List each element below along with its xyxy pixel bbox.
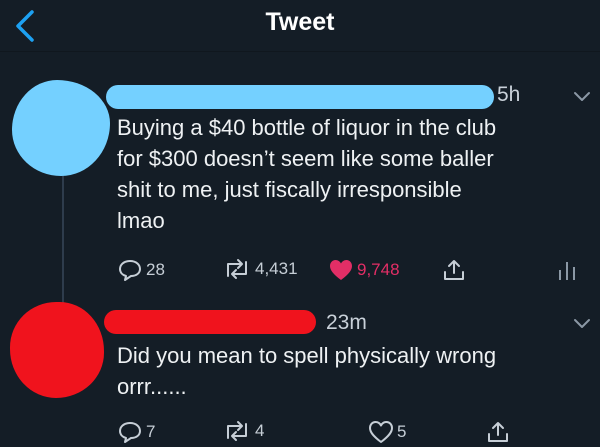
tweet-text-line: for $300 doesn’t seem like some baller (117, 146, 494, 171)
page-title: Tweet (265, 8, 335, 36)
caret-down-icon[interactable] (572, 90, 592, 104)
like-count: 5 (397, 422, 407, 441)
reply-count: 7 (146, 422, 156, 441)
navigation-bar: Tweet (0, 0, 600, 52)
heart-icon (369, 421, 393, 443)
retweet-count: 4 (255, 421, 265, 440)
username-redaction (104, 310, 316, 334)
retweet-icon (227, 421, 247, 441)
like-count: 9,748 (357, 260, 400, 279)
tweet-text: Did you mean to spell physically wrong o… (117, 340, 587, 402)
retweet-count: 4,431 (255, 259, 298, 278)
tweet-text-line: Buying a $40 bottle of liquor in the clu… (117, 115, 497, 140)
avatar-redacted[interactable] (10, 302, 104, 398)
analytics-icon (559, 262, 575, 280)
username-redaction (106, 85, 494, 109)
heart-icon (330, 260, 352, 280)
tweet-text-line: Did you mean to spell physically wrong (117, 343, 497, 368)
share-icon (444, 260, 464, 280)
tweet-timestamp: 23m (326, 311, 367, 334)
share-button[interactable] (486, 420, 510, 444)
reply-button[interactable]: 28 (117, 258, 165, 282)
analytics-button[interactable] (557, 258, 577, 282)
reply-icon (119, 260, 141, 281)
avatar-redacted[interactable] (12, 80, 110, 176)
retweet-button[interactable]: 4,431 (222, 258, 298, 280)
tweet-timestamp: 5h (497, 83, 521, 106)
share-button[interactable] (442, 258, 466, 282)
tweet-text-line: orrr...... (117, 374, 187, 399)
like-button[interactable]: 9,748 (328, 258, 400, 282)
retweet-button[interactable]: 4 (222, 420, 264, 442)
tweet-text-line: lmao (117, 208, 165, 233)
tweet-text-line: shit to me, just fiscally irresponsible (117, 177, 462, 202)
retweet-icon (227, 259, 247, 279)
caret-down-icon[interactable] (572, 317, 592, 331)
share-icon (488, 422, 508, 442)
reply-button[interactable]: 7 (117, 420, 155, 444)
tweet-original[interactable]: 5h Buying a $40 bottle of liquor in the … (0, 74, 600, 296)
reply-count: 28 (146, 260, 165, 279)
like-button[interactable]: 5 (368, 420, 406, 444)
tweet-text: Buying a $40 bottle of liquor in the clu… (117, 112, 587, 236)
tweet-reply[interactable]: 23m Did you mean to spell physically wro… (0, 300, 600, 447)
reply-icon (119, 422, 141, 443)
